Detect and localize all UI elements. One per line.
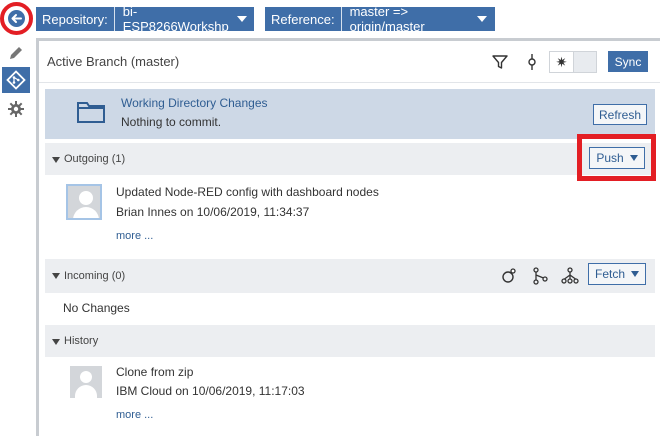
merge-icon[interactable]: [500, 267, 518, 285]
outgoing-commit-author: Brian Innes on 10/06/2019, 11:34:37: [116, 205, 310, 219]
chevron-down-icon: [52, 157, 60, 163]
fetch-button[interactable]: Fetch: [588, 263, 646, 285]
avatar: [70, 366, 102, 398]
active-branch-bar: Active Branch (master) ✷ Sync: [39, 41, 660, 83]
working-directory-status: Nothing to commit.: [121, 115, 222, 129]
git-panel: Active Branch (master) ✷ Sync Working Di…: [36, 38, 660, 436]
folder-icon: [77, 102, 105, 123]
reference-value: master => origin/master: [349, 4, 425, 34]
refresh-button[interactable]: Refresh: [593, 104, 647, 125]
repository-label: Repository:: [36, 7, 115, 31]
chevron-down-icon: [236, 16, 247, 22]
reference-label: Reference:: [265, 7, 342, 31]
repository-value: bi-ESP8266Workshp: [122, 4, 229, 34]
chevron-down-icon: [631, 271, 639, 277]
chevron-down-icon: [52, 339, 60, 345]
view-toggle[interactable]: ✷: [549, 51, 597, 73]
history-title: History: [64, 335, 99, 347]
history-commit-author: IBM Cloud on 10/06/2019, 11:17:03: [116, 384, 305, 398]
history-commit-message[interactable]: Clone from zip: [116, 365, 193, 379]
outgoing-more-link[interactable]: more ...: [116, 230, 153, 242]
incoming-empty-text: No Changes: [63, 301, 130, 315]
working-directory-title[interactable]: Working Directory Changes: [121, 96, 268, 110]
reference-selector[interactable]: Reference: master => origin/master: [265, 4, 495, 34]
pencil-icon[interactable]: [2, 40, 30, 66]
commit-icon[interactable]: [523, 53, 541, 71]
working-directory-card[interactable]: Working Directory Changes Nothing to com…: [45, 89, 655, 139]
incoming-title: Incoming (0): [64, 270, 126, 282]
history-section-header[interactable]: History: [45, 325, 655, 357]
sync-button[interactable]: Sync: [608, 51, 648, 72]
git-icon[interactable]: [2, 67, 30, 93]
fetch-label: Fetch: [594, 267, 625, 281]
left-nav-rail: [0, 0, 33, 436]
outgoing-commit-message[interactable]: Updated Node-RED config with dashboard n…: [116, 185, 379, 199]
gear-icon[interactable]: [2, 96, 30, 122]
toggle-knob: ✷: [550, 52, 574, 72]
incoming-section-header[interactable]: Incoming (0) Fetch: [45, 259, 655, 293]
push-highlight: [577, 134, 656, 181]
avatar: [66, 184, 102, 220]
rebase-icon[interactable]: [531, 267, 549, 285]
chevron-down-icon: [52, 273, 60, 279]
outgoing-section-header[interactable]: Outgoing (1) Push: [45, 143, 655, 175]
back-highlight: [0, 2, 33, 35]
chevron-down-icon: [477, 16, 487, 22]
outgoing-title: Outgoing (1): [64, 153, 126, 165]
repository-selector[interactable]: Repository: bi-ESP8266Workshp: [36, 4, 254, 34]
history-more-link[interactable]: more ...: [116, 409, 153, 421]
git-client-app: Repository: bi-ESP8266Workshp Reference:…: [0, 0, 660, 436]
pull-icon[interactable]: [561, 267, 579, 285]
filter-icon[interactable]: [491, 53, 509, 71]
back-arrow-icon[interactable]: [8, 10, 25, 27]
active-branch-title: Active Branch (master): [47, 54, 180, 69]
